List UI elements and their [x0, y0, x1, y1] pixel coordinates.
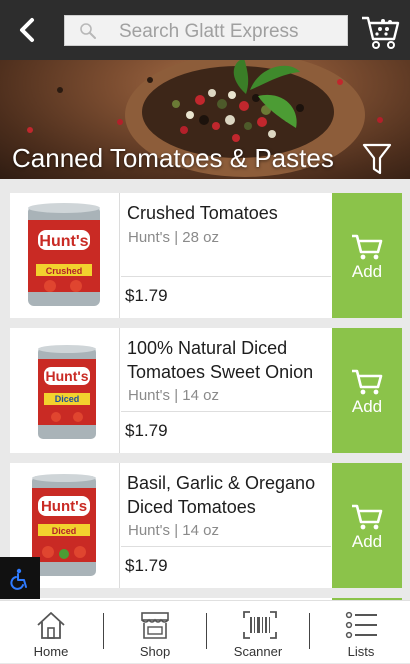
product-image: Hunt's Crushed: [10, 193, 120, 318]
add-button-label: Add: [351, 532, 383, 551]
cart-button[interactable]: [360, 12, 400, 50]
svg-text:Hunt's: Hunt's: [41, 498, 87, 515]
svg-text:Hunt's: Hunt's: [39, 233, 88, 250]
divider: [121, 411, 331, 412]
svg-text:Diced: Diced: [55, 394, 80, 404]
store-icon: [141, 612, 169, 639]
tab-shop[interactable]: Shop: [104, 601, 206, 664]
svg-text:Crushed: Crushed: [46, 266, 83, 276]
divider: [121, 546, 331, 547]
product-card[interactable]: Hunt's Crushed Crushed Tomatoes Hunt's |…: [10, 193, 402, 318]
top-bar: [0, 0, 410, 60]
cart-add-icon: [352, 369, 383, 395]
svg-text:Diced: Diced: [52, 526, 77, 536]
back-button[interactable]: [14, 16, 42, 44]
list-icon: [345, 611, 377, 639]
shopping-cart-icon: [362, 16, 400, 49]
category-banner: Canned Tomatoes & Pastes: [0, 60, 410, 179]
product-price: $1.79: [125, 556, 168, 575]
accessibility-button[interactable]: [0, 557, 40, 599]
product-brand-size: Hunt's | 14 oz: [128, 387, 219, 404]
product-name[interactable]: Crushed Tomatoes: [127, 201, 327, 225]
tab-lists[interactable]: Lists: [310, 601, 410, 664]
product-brand-size: Hunt's | 14 oz: [128, 522, 219, 539]
product-brand-size: Hunt's | 28 oz: [128, 229, 219, 246]
add-to-cart-button[interactable]: Add: [332, 328, 402, 453]
add-to-cart-button[interactable]: Add: [332, 463, 402, 588]
tab-scanner[interactable]: Scanner: [207, 601, 309, 664]
tab-label: Lists: [347, 644, 375, 659]
home-icon: [37, 612, 65, 639]
bottom-tab-bar: Home Shop Scanner Lists: [0, 600, 410, 663]
product-name[interactable]: Basil, Garlic & Oregano Diced Tomatoes: [127, 471, 327, 519]
svg-text:Hunt's: Hunt's: [46, 368, 89, 384]
product-name[interactable]: 100% Natural Diced Tomatoes Sweet Onion: [127, 336, 327, 384]
cart-add-icon: [352, 504, 383, 530]
search-bar[interactable]: [64, 15, 348, 46]
banner-spacer: [0, 179, 410, 193]
cart-add-icon: [352, 234, 383, 260]
chevron-left-icon: [20, 18, 34, 42]
search-input[interactable]: [117, 18, 341, 46]
add-to-cart-button[interactable]: Add: [332, 193, 402, 318]
add-button-label: Add: [351, 262, 383, 281]
filter-button[interactable]: [362, 142, 392, 176]
category-title: Canned Tomatoes & Pastes: [12, 143, 334, 173]
product-card[interactable]: Hunt's Diced Basil, Garlic & Oregano Dic…: [10, 463, 402, 588]
filter-icon: [362, 143, 392, 175]
tab-label: Home: [33, 644, 69, 659]
search-icon: [80, 23, 96, 39]
add-button-label: Add: [351, 397, 383, 416]
divider: [121, 276, 331, 277]
tab-label: Scanner: [233, 644, 283, 659]
tab-home[interactable]: Home: [0, 601, 102, 664]
wheelchair-icon: [10, 568, 27, 590]
barcode-icon: [243, 611, 277, 639]
tab-label: Shop: [139, 644, 171, 659]
product-image: Hunt's Diced: [10, 328, 120, 453]
product-price: $1.79: [125, 421, 168, 440]
product-price: $1.79: [125, 286, 168, 305]
product-card[interactable]: Hunt's Diced 100% Natural Diced Tomatoes…: [10, 328, 402, 453]
